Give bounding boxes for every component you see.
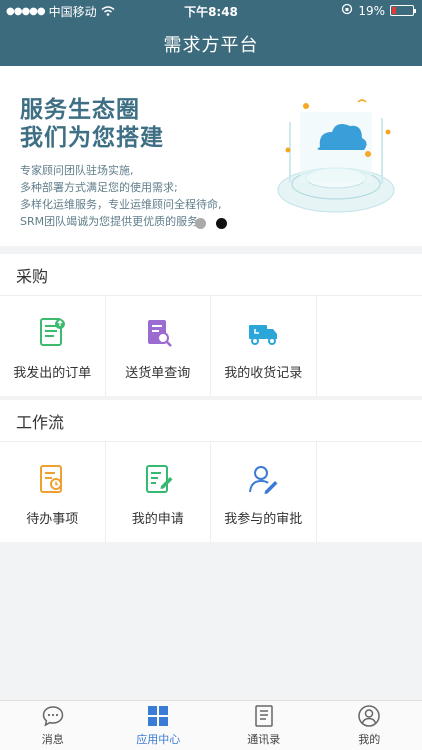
- todo-icon: [40, 465, 63, 493]
- empty-cell: [317, 442, 422, 542]
- banner-title-line2: 我们为您搭建: [20, 125, 164, 151]
- banner-description: 专家顾问团队驻场实施, 多种部署方式满足您的使用需求; 多样化运维服务，专业运维…: [20, 162, 222, 230]
- order-doc-icon: [40, 318, 66, 346]
- my-approvals-item[interactable]: 我参与的审批: [211, 442, 317, 542]
- promo-banner[interactable]: 服务生态圈 我们为您搭建 专家顾问团队驻场实施, 多种部署方式满足您的使用需求;…: [0, 66, 422, 246]
- banner-title: 服务生态圈 我们为您搭建: [20, 96, 164, 152]
- item-label: 我发出的订单: [13, 366, 92, 381]
- battery-icon: [390, 5, 416, 16]
- banner-desc-line: SRM团队竭诚为您提供更优质的服务。: [20, 215, 210, 228]
- my-orders-item[interactable]: 我发出的订单: [0, 296, 106, 396]
- banner-desc-line: 专家顾问团队驻场实施,: [20, 164, 134, 177]
- carousel-dot[interactable]: [195, 218, 206, 229]
- banner-title-line1: 服务生态圈: [20, 97, 140, 123]
- chat-icon: [42, 706, 64, 727]
- receiving-records-item[interactable]: 我的收货记录: [211, 296, 317, 396]
- truck-icon: [249, 325, 278, 345]
- tab-label: 消息: [41, 733, 64, 746]
- profile-icon: [358, 705, 380, 727]
- item-label: 我的申请: [131, 512, 184, 527]
- item-label: 我参与的审批: [224, 512, 303, 527]
- tab-messages[interactable]: 消息: [0, 701, 106, 750]
- tab-contacts[interactable]: 通讯录: [211, 701, 317, 750]
- grid-icon: [148, 706, 169, 726]
- tab-label: 我的: [358, 733, 381, 746]
- banner-desc-line: 多种部署方式满足您的使用需求;: [20, 181, 178, 194]
- my-applications-item[interactable]: 我的申请: [106, 442, 211, 542]
- workflow-section: 工作流 待办事项 我的申请 我参与的审批: [0, 400, 422, 542]
- banner-desc-line: 多样化运维服务，专业运维顾问全程待命,: [20, 198, 222, 211]
- carousel-dots: [195, 218, 227, 229]
- procurement-section: 采购 我发出的订单 送货单查询 我的收货记录: [0, 254, 422, 396]
- tab-app-center[interactable]: 应用中心: [106, 701, 212, 750]
- application-edit-icon: [145, 465, 173, 493]
- section-title: 工作流: [0, 400, 422, 442]
- tab-label: 通讯录: [247, 733, 281, 746]
- procurement-grid: 我发出的订单 送货单查询 我的收货记录: [0, 296, 422, 396]
- tab-label: 应用中心: [136, 733, 181, 746]
- item-label: 送货单查询: [125, 366, 191, 381]
- page-title: 需求方平台: [163, 35, 259, 56]
- workflow-grid: 待办事项 我的申请 我参与的审批: [0, 442, 422, 542]
- tab-profile[interactable]: 我的: [317, 701, 422, 750]
- status-right: 19%: [341, 3, 416, 18]
- contacts-icon: [255, 705, 273, 727]
- delivery-query-item[interactable]: 送货单查询: [106, 296, 211, 396]
- battery-percent: 19%: [358, 3, 385, 18]
- todo-item[interactable]: 待办事项: [0, 442, 106, 542]
- delivery-search-icon: [147, 320, 172, 347]
- orientation-lock-icon: [341, 3, 353, 18]
- item-label: 我的收货记录: [224, 366, 303, 381]
- status-bar: ●●●●● 中国移动 下午8:48 19%: [0, 0, 422, 22]
- user-edit-icon: [249, 466, 278, 494]
- battery-level: [392, 7, 396, 14]
- item-label: 待办事项: [26, 512, 79, 527]
- carousel-dot-active[interactable]: [216, 218, 227, 229]
- section-title: 采购: [0, 254, 422, 296]
- bottom-tab-bar: 消息 应用中心 通讯录 我的: [0, 700, 422, 750]
- cloud-platform-illustration: [277, 99, 395, 213]
- nav-bar: 需求方平台: [0, 22, 422, 66]
- empty-cell: [317, 296, 422, 396]
